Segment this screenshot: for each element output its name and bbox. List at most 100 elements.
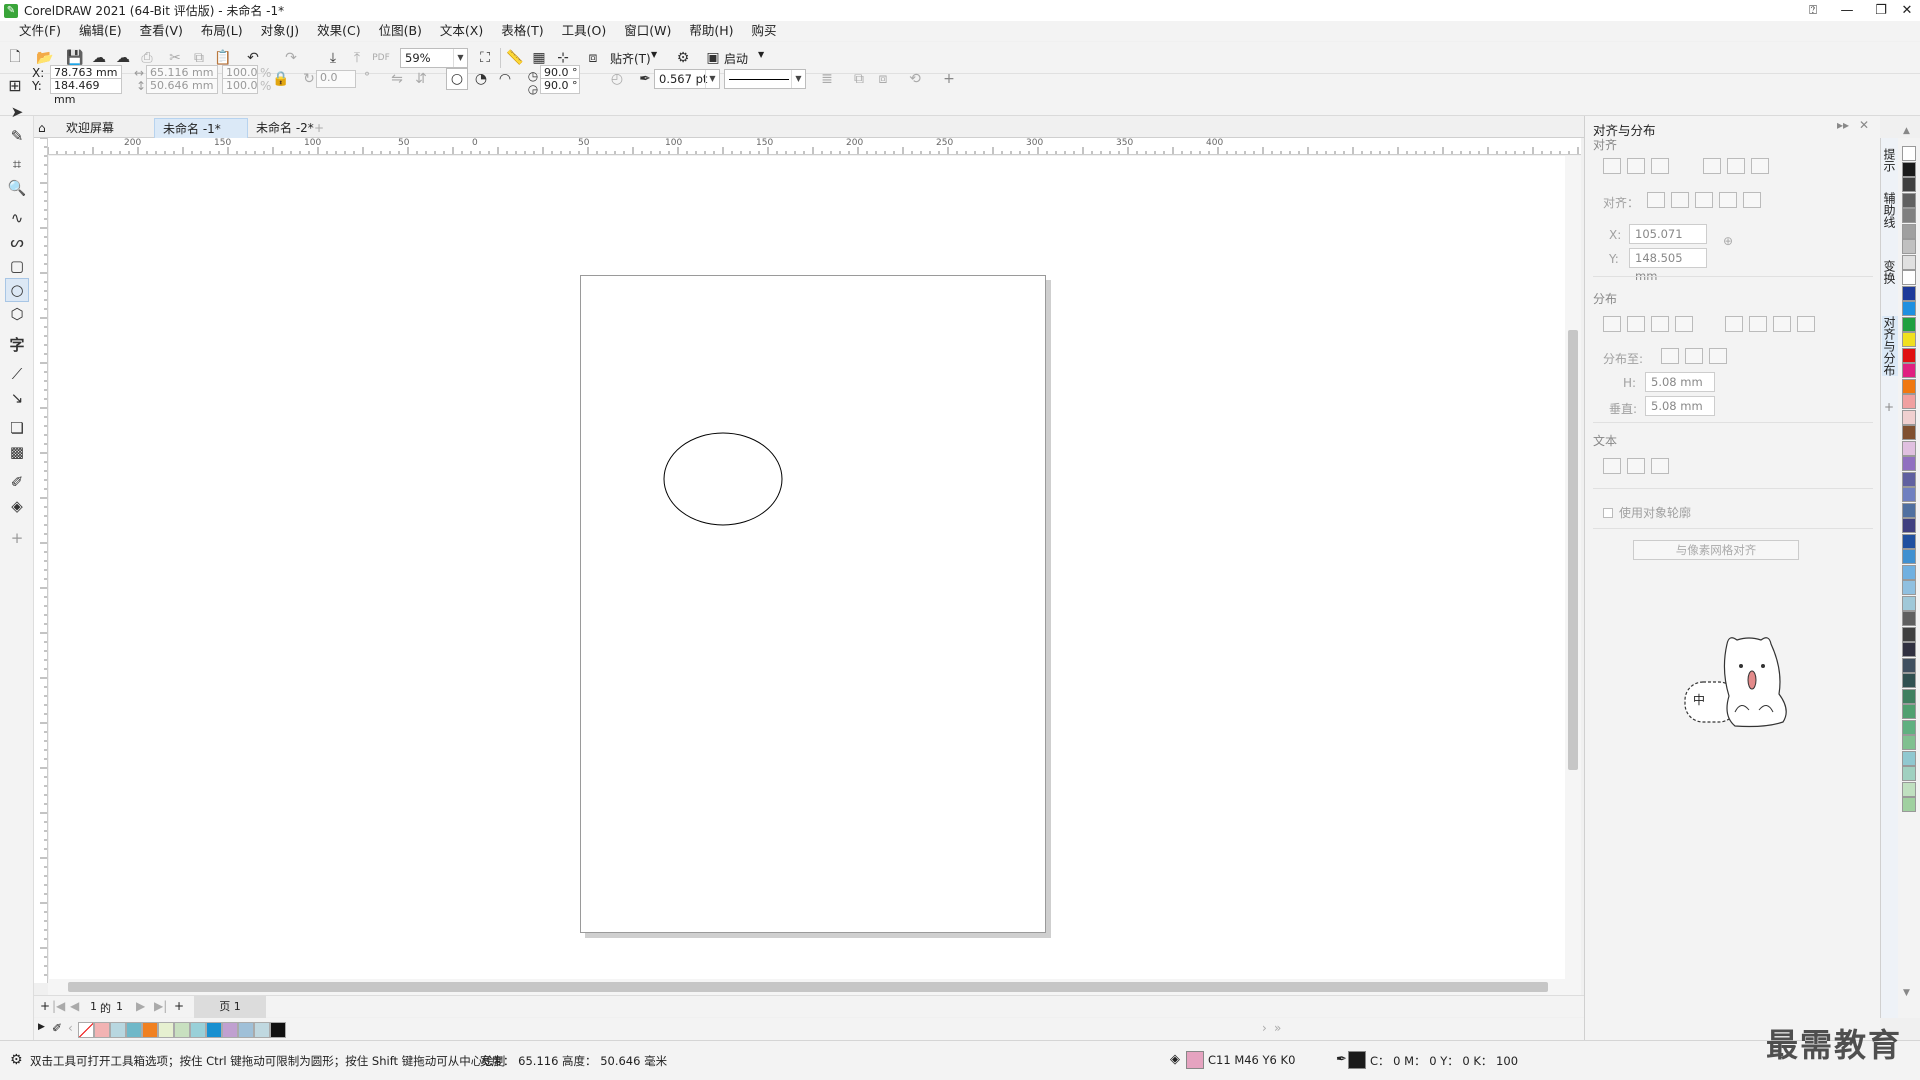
color-swatch[interactable] <box>1902 657 1916 673</box>
eyedropper-icon[interactable]: ✐ <box>52 1021 62 1035</box>
crop-tool-icon[interactable]: ⌗ <box>5 152 29 176</box>
first-page-icon[interactable]: |◀ <box>52 999 65 1013</box>
color-swatch[interactable] <box>1902 688 1916 704</box>
distribute-h-field[interactable]: 5.08 mm <box>1645 372 1715 392</box>
tab-untitled-1[interactable]: 未命名 -1* <box>154 118 248 138</box>
wrap-text-icon[interactable]: ≣ <box>816 68 838 90</box>
snap-icon[interactable]: ⧈ <box>582 47 604 69</box>
menu-layout[interactable]: 布局(L) <box>192 21 252 41</box>
pick-tool-icon[interactable]: ➤ <box>5 100 29 124</box>
align-center-h-icon[interactable] <box>1627 158 1645 174</box>
color-swatch[interactable] <box>1902 626 1916 642</box>
shadow-tool-icon[interactable]: ❏ <box>5 416 29 440</box>
distribute-page-icon[interactable] <box>1685 348 1703 364</box>
add-page-icon[interactable]: + <box>40 999 50 1013</box>
docker-close-icon[interactable]: ✕ <box>1859 118 1869 132</box>
color-swatch[interactable] <box>1902 781 1916 797</box>
arc-icon[interactable]: ◠ <box>494 68 516 90</box>
color-swatch[interactable] <box>1902 177 1916 192</box>
settings-gear-icon[interactable]: ⚙ <box>10 1052 23 1068</box>
color-swatch[interactable] <box>94 1022 110 1038</box>
menu-edit[interactable]: 编辑(E) <box>70 21 131 41</box>
align-pixel-grid-button[interactable]: 与像素网格对齐 <box>1633 540 1799 560</box>
color-swatch[interactable] <box>1902 750 1916 766</box>
distribute-center-v-icon[interactable] <box>1749 316 1767 332</box>
height-field[interactable]: 50.646 mm <box>146 78 218 94</box>
full-screen-icon[interactable]: ⛶ <box>474 47 496 69</box>
distribute-selection-icon[interactable] <box>1661 348 1679 364</box>
side-tab-guidelines[interactable]: 辅助线 <box>1882 192 1898 228</box>
mirror-vertical-icon[interactable]: ⇵ <box>410 68 432 90</box>
last-page-icon[interactable]: ▶| <box>154 999 167 1013</box>
side-tab-align-distribute[interactable]: 对齐与分布 <box>1882 316 1898 376</box>
align-page-center-icon[interactable] <box>1695 192 1713 208</box>
menu-bitmaps[interactable]: 位图(B) <box>370 21 431 41</box>
color-swatch[interactable] <box>1902 719 1916 735</box>
eyedropper-tool-icon[interactable]: ✐ <box>5 470 29 494</box>
direction-icon[interactable]: ◴ <box>606 68 628 90</box>
distribute-right-icon[interactable] <box>1675 316 1693 332</box>
color-swatch[interactable] <box>222 1022 238 1038</box>
side-tab-hints[interactable]: 提示 <box>1882 148 1898 172</box>
palette-down-icon[interactable]: ▼ <box>1903 988 1910 998</box>
scale-y-field[interactable]: 100.0 <box>222 78 258 94</box>
to-front-icon[interactable]: ⧉ <box>848 68 870 90</box>
line-style-dropdown[interactable]: ▼ <box>724 69 806 89</box>
new-tab-icon[interactable]: + <box>306 118 326 138</box>
side-tab-transform[interactable]: 变换 <box>1882 260 1898 284</box>
align-page-edge-icon[interactable] <box>1671 192 1689 208</box>
freehand-tool-icon[interactable]: ∿ <box>5 206 29 230</box>
color-swatch[interactable] <box>1902 208 1916 223</box>
color-swatch[interactable] <box>1902 797 1916 812</box>
align-top-icon[interactable] <box>1703 158 1721 174</box>
distribute-left-icon[interactable] <box>1603 316 1621 332</box>
color-swatch[interactable] <box>238 1022 254 1038</box>
menu-text[interactable]: 文本(X) <box>431 21 492 41</box>
color-swatch[interactable] <box>1902 502 1916 518</box>
ellipse-tool-icon[interactable]: ○ <box>5 278 29 302</box>
dimension-tool-icon[interactable]: ⟋ <box>5 362 29 386</box>
lock-ratio-icon[interactable]: 🔒 <box>270 68 292 90</box>
color-swatch[interactable] <box>1902 580 1916 595</box>
distribute-spacing-icon[interactable] <box>1709 348 1727 364</box>
distribute-spacing-v-icon[interactable] <box>1773 316 1791 332</box>
align-bottom-icon[interactable] <box>1751 158 1769 174</box>
object-origin-icon[interactable]: ⊞ <box>4 74 26 96</box>
end-angle-field[interactable]: 90.0 ° <box>540 78 580 94</box>
color-swatch[interactable] <box>1902 378 1916 394</box>
color-swatch[interactable] <box>1902 595 1916 611</box>
curve-tool-icon[interactable]: ᔕ <box>5 230 29 254</box>
color-swatch[interactable] <box>1902 471 1916 487</box>
y-position-field[interactable]: 184.469 mm <box>50 78 122 106</box>
color-swatch[interactable] <box>1902 611 1916 626</box>
color-swatch[interactable] <box>1902 254 1916 270</box>
pie-icon[interactable]: ◔ <box>470 68 492 90</box>
distribute-spacing-h-icon[interactable] <box>1651 316 1669 332</box>
align-point-icon[interactable] <box>1743 192 1761 208</box>
vertical-ruler[interactable] <box>34 138 48 983</box>
color-swatch[interactable] <box>254 1022 270 1038</box>
align-right-icon[interactable] <box>1651 158 1669 174</box>
new-document-icon[interactable]: 🗋 <box>4 47 26 69</box>
help-icon[interactable]: ⍰ <box>1796 0 1830 21</box>
to-back-icon[interactable]: ⧈ <box>872 68 894 90</box>
color-swatch[interactable] <box>142 1022 158 1038</box>
color-swatch[interactable] <box>1902 456 1916 471</box>
use-outline-checkbox[interactable] <box>1603 508 1613 518</box>
distribute-top-icon[interactable] <box>1725 316 1743 332</box>
menu-table[interactable]: 表格(T) <box>492 21 552 41</box>
color-swatch[interactable] <box>126 1022 142 1038</box>
color-swatch[interactable] <box>110 1022 126 1038</box>
align-center-v-icon[interactable] <box>1727 158 1745 174</box>
horizontal-ruler[interactable]: 200 150 100 50 0 50 100 150 200 250 300 … <box>48 138 1581 155</box>
color-swatch[interactable] <box>1902 223 1916 239</box>
interactive-fill-icon[interactable]: ◈ <box>5 494 29 518</box>
fill-color-swatch[interactable] <box>1186 1051 1204 1069</box>
align-y-field[interactable]: 148.505 mm <box>1629 248 1707 283</box>
menu-buy[interactable]: 购买 <box>743 21 786 41</box>
prev-page-icon[interactable]: ◀ <box>70 999 79 1013</box>
chevron-down-icon[interactable]: ▼ <box>651 50 657 59</box>
color-swatch[interactable] <box>1902 146 1916 161</box>
palette-right-icon[interactable]: › <box>1262 1021 1267 1035</box>
color-swatch[interactable] <box>1902 766 1916 781</box>
